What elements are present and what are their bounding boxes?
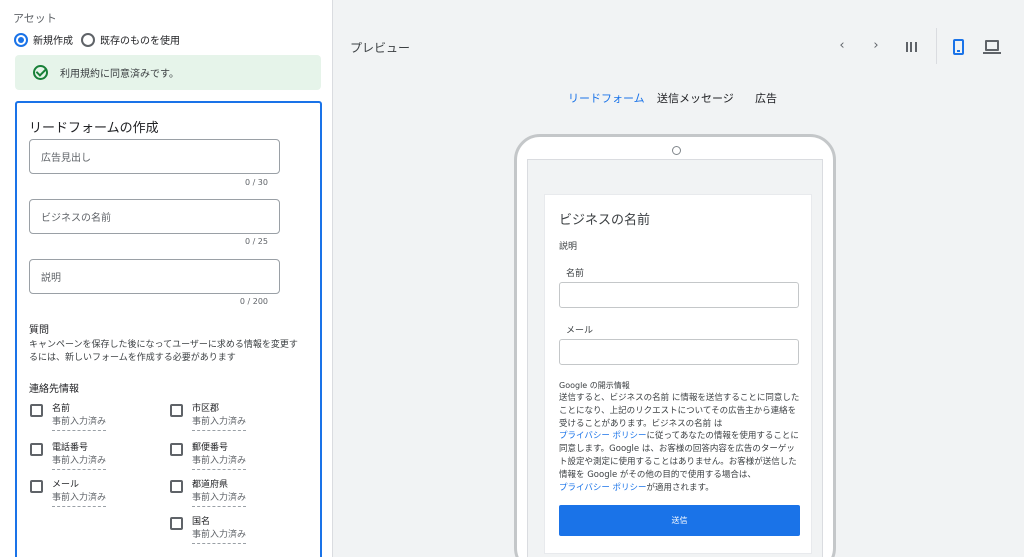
checkbox[interactable] <box>170 404 183 417</box>
phone-screen: ビジネスの名前 説明 名前 メール Google の開示情報 送信すると、ビジネ… <box>527 159 823 557</box>
tab-ad[interactable]: 広告 <box>755 90 777 106</box>
description-placeholder: 説明 <box>41 273 61 284</box>
preview-title: プレビュー <box>350 41 411 55</box>
headline-input[interactable]: 広告見出し <box>29 139 280 174</box>
radio-existing[interactable] <box>81 32 95 47</box>
camera-icon <box>672 146 681 155</box>
contact-checkbox-city[interactable]: 市区郡 事前入力済み <box>170 403 247 431</box>
asset-label: アセット <box>13 12 57 25</box>
preview-name-input[interactable] <box>559 282 799 308</box>
business-name-placeholder: ビジネスの名前 <box>41 213 111 224</box>
contact-checkbox-country[interactable]: 国名 事前入力済み <box>170 516 247 544</box>
toolbar-divider <box>936 28 937 64</box>
asset-panel: アセット 新規作成 既存のものを使用 利用規約に同意済みです。 リードフォームの… <box>0 0 333 557</box>
checkbox[interactable] <box>30 404 43 417</box>
radio-new-label[interactable]: 新規作成 <box>33 32 73 47</box>
description-counter: 0 / 200 <box>239 297 268 306</box>
checkbox[interactable] <box>30 480 43 493</box>
disclosure-text: 送信すると、ビジネスの名前 に情報を送信することに同意したことになり、上記のリク… <box>559 393 800 493</box>
preview-name-label: 名前 <box>566 269 585 279</box>
contact-checkbox-name[interactable]: 名前 事前入力済み <box>30 403 107 431</box>
phone-frame: ビジネスの名前 説明 名前 メール Google の開示情報 送信すると、ビジネ… <box>514 134 836 557</box>
radio-new[interactable] <box>14 32 28 47</box>
contact-checkbox-postal[interactable]: 郵便番号 事前入力済み <box>170 442 247 470</box>
checkbox[interactable] <box>170 480 183 493</box>
lead-form-editor: リードフォームの作成 広告見出し 0 / 30 ビジネスの名前 0 / 25 説… <box>15 101 322 557</box>
preview-business-name: ビジネスの名前 <box>559 213 651 228</box>
privacy-policy-link[interactable]: プライバシー ポリシー <box>559 483 647 493</box>
contact-checkbox-email[interactable]: メール 事前入力済み <box>30 479 107 507</box>
headline-counter: 0 / 30 <box>244 178 268 187</box>
business-name-input[interactable]: ビジネスの名前 <box>29 199 280 234</box>
check-circle-icon <box>33 65 48 80</box>
chevron-left-icon[interactable]: ‹ <box>834 38 850 53</box>
submit-button[interactable]: 送信 <box>559 505 800 536</box>
headline-placeholder: 広告見出し <box>41 153 91 164</box>
questions-title: 質問 <box>29 325 49 336</box>
privacy-policy-link[interactable]: プライバシー ポリシー <box>559 431 647 441</box>
preview-email-input[interactable] <box>559 339 799 365</box>
checkbox[interactable] <box>30 443 43 456</box>
description-input[interactable]: 説明 <box>29 259 280 294</box>
phone-icon[interactable] <box>953 39 964 55</box>
preview-description: 説明 <box>559 242 578 252</box>
checkbox[interactable] <box>170 517 183 530</box>
disclosure-title: Google の開示情報 <box>559 381 630 390</box>
tab-lead-form[interactable]: リードフォーム <box>568 90 645 106</box>
asset-source-radio-group: 新規作成 既存のものを使用 <box>14 32 188 47</box>
business-name-counter: 0 / 25 <box>244 237 268 246</box>
contact-checkbox-phone[interactable]: 電話番号 事前入力済み <box>30 442 107 470</box>
tab-submit-message[interactable]: 送信メッセージ <box>657 90 734 106</box>
split-view-icon[interactable] <box>906 42 917 52</box>
contact-info-title: 連絡先情報 <box>29 384 79 395</box>
terms-text: 利用規約に同意済みです。 <box>60 69 179 80</box>
laptop-icon[interactable] <box>983 40 1001 54</box>
chevron-right-icon[interactable]: › <box>868 38 884 53</box>
lead-form-preview: ビジネスの名前 説明 名前 メール Google の開示情報 送信すると、ビジネ… <box>544 194 812 554</box>
terms-accepted-banner: 利用規約に同意済みです。 <box>15 55 321 90</box>
contact-checkbox-prefecture[interactable]: 都道府県 事前入力済み <box>170 479 247 507</box>
form-title: リードフォームの作成 <box>29 121 159 136</box>
radio-existing-label[interactable]: 既存のものを使用 <box>100 32 180 47</box>
preview-email-label: メール <box>566 326 594 336</box>
questions-note: キャンペーンを保存した後になってユーザーに求める情報を変更するには、新しいフォー… <box>29 340 298 363</box>
checkbox[interactable] <box>170 443 183 456</box>
